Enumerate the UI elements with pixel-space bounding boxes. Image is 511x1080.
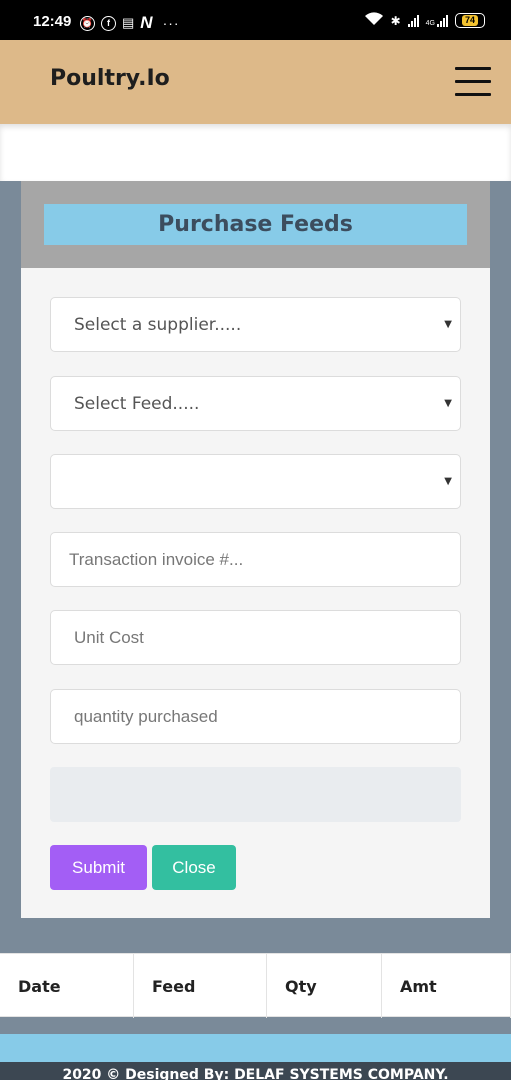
purchase-feeds-modal: Purchase Feeds Select a supplier..... ▼ … — [21, 181, 490, 918]
footer-accent-bar — [0, 1034, 511, 1062]
menu-icon[interactable] — [455, 67, 491, 97]
caret-down-icon: ▼ — [444, 319, 452, 330]
total-amount-field — [50, 767, 461, 822]
supplier-select-value: Select a supplier..... — [74, 314, 242, 335]
more-notifications-icon: ··· — [162, 15, 180, 31]
column-header-qty: Qty — [267, 954, 382, 1018]
supplier-select[interactable]: Select a supplier..... ▼ — [50, 297, 461, 352]
status-system-icons: ✱ 4G 74 — [364, 12, 485, 29]
status-bar: 12:49 ⏰ f ▤ N ··· ✱ 4G 74 — [0, 0, 511, 40]
wifi-icon — [364, 12, 384, 29]
purchases-table-header: Date Feed Qty Amt — [0, 953, 511, 1018]
bluetooth-icon: ✱ — [390, 13, 401, 28]
navbar: Poultry.Io — [0, 40, 511, 124]
unit-cost-input[interactable]: Unit Cost — [50, 610, 461, 665]
footer-copyright: 2020 © Designed By: DELAF SYSTEMS COMPAN… — [0, 1062, 511, 1080]
brand-logo[interactable]: Poultry.Io — [50, 66, 170, 91]
signal-bars-icon — [407, 14, 419, 27]
caret-down-icon: ▼ — [444, 398, 452, 409]
column-header-feed: Feed — [134, 954, 267, 1018]
gmail-icon: ▤ — [122, 15, 135, 30]
caret-down-icon: ▼ — [444, 476, 452, 487]
close-button[interactable]: Close — [152, 845, 236, 890]
news-app-icon: N — [140, 13, 153, 32]
invoice-placeholder: Transaction invoice #... — [69, 549, 244, 569]
alarm-icon: ⏰ — [80, 15, 95, 31]
invoice-input[interactable]: Transaction invoice #... — [50, 532, 461, 587]
modal-title: Purchase Feeds — [44, 204, 467, 245]
facebook-icon: f — [101, 15, 116, 31]
column-header-date: Date — [0, 954, 134, 1018]
signal-4g-icon: 4G — [426, 14, 448, 27]
quantity-input[interactable]: quantity purchased — [50, 689, 461, 744]
status-time: 12:49 — [33, 13, 72, 30]
modal-header: Purchase Feeds — [21, 181, 490, 268]
column-header-amt: Amt — [382, 954, 511, 1018]
feed-select-value: Select Feed..... — [74, 393, 200, 414]
status-notification-icons: ⏰ f ▤ N ··· — [80, 13, 180, 33]
unit-cost-placeholder: Unit Cost — [74, 627, 144, 647]
content-spacer — [0, 124, 511, 181]
battery-icon: 74 — [455, 13, 485, 28]
submit-button[interactable]: Submit — [50, 845, 147, 890]
quantity-placeholder: quantity purchased — [74, 706, 218, 726]
feed-select[interactable]: Select Feed..... ▼ — [50, 376, 461, 431]
feed-option-select[interactable]: ▼ — [50, 454, 461, 509]
